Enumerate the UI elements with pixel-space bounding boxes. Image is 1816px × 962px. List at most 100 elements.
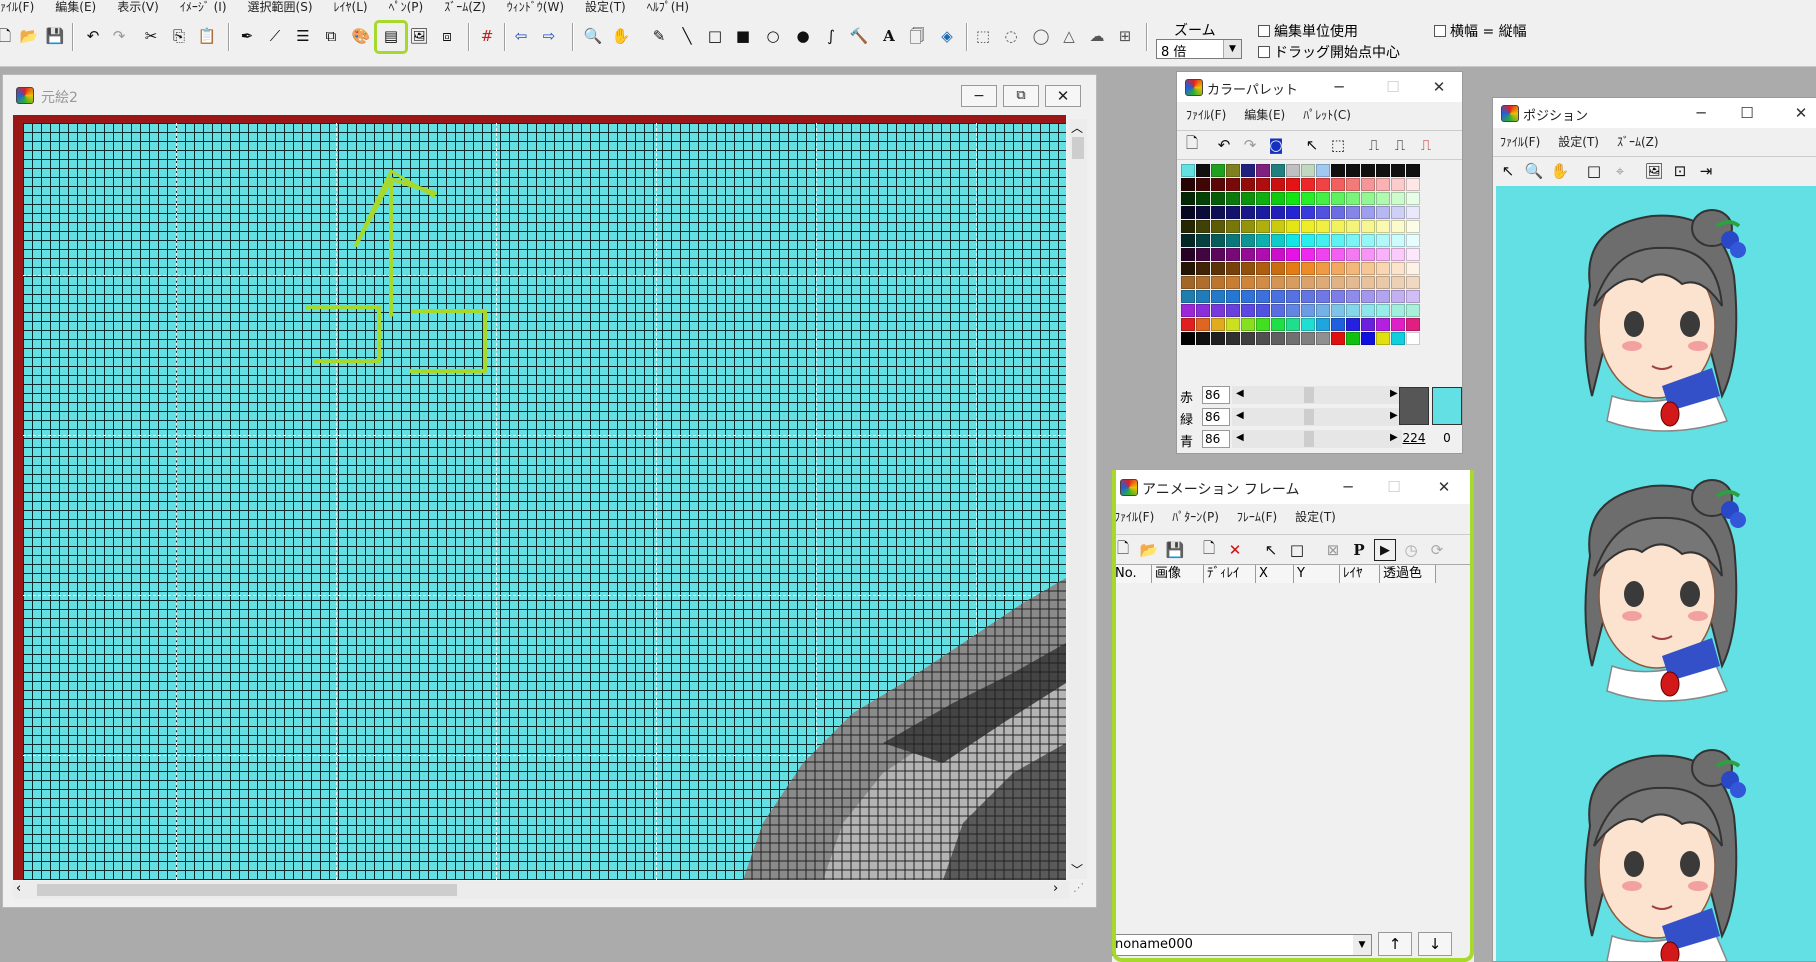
palette-swatch-grid[interactable] xyxy=(1181,164,1420,345)
scroll-up-icon[interactable]: ︿ xyxy=(1071,119,1083,136)
palette-swatch[interactable] xyxy=(1346,192,1360,205)
rgb-input-green[interactable]: 86 xyxy=(1202,408,1230,426)
palette-swatch[interactable] xyxy=(1196,248,1210,261)
position-menu-zoom[interactable]: ｽﾞｰﾑ(Z) xyxy=(1617,131,1659,153)
palette-swatch[interactable] xyxy=(1361,290,1375,303)
palette-swatch[interactable] xyxy=(1211,332,1225,345)
palette-menu-edit[interactable]: 編集(E) xyxy=(1244,104,1285,126)
palette-swatch[interactable] xyxy=(1241,332,1255,345)
palette-swatch[interactable] xyxy=(1256,276,1270,289)
palette-swatch[interactable] xyxy=(1331,234,1345,247)
palette-swatch[interactable] xyxy=(1301,332,1315,345)
palette-swatch[interactable] xyxy=(1346,304,1360,317)
palette-swatch[interactable] xyxy=(1181,290,1195,303)
scroll-thumb-horizontal[interactable] xyxy=(37,884,457,896)
move-anchor-icon[interactable]: ⇥ xyxy=(1695,160,1717,182)
palette-swatch[interactable] xyxy=(1391,234,1405,247)
maximize-button[interactable]: ☐ xyxy=(1371,72,1415,102)
palette-swatch[interactable] xyxy=(1181,248,1195,261)
palette-swatch[interactable] xyxy=(1241,164,1255,177)
palette-swatch[interactable] xyxy=(1406,290,1420,303)
palette-swatch[interactable] xyxy=(1391,262,1405,275)
palette-swatch[interactable] xyxy=(1316,164,1330,177)
palette-swatch[interactable] xyxy=(1301,248,1315,261)
rgb-input-red[interactable]: 86 xyxy=(1202,386,1230,404)
palette-swatch[interactable] xyxy=(1196,220,1210,233)
palette-swatch[interactable] xyxy=(1361,164,1375,177)
palette-swatch[interactable] xyxy=(1196,290,1210,303)
rotate-left-icon[interactable]: ⇦ xyxy=(510,25,532,47)
palette-swatch[interactable] xyxy=(1376,248,1390,261)
palette-swatch[interactable] xyxy=(1271,164,1285,177)
palette-swatch[interactable] xyxy=(1256,304,1270,317)
palette-swatch[interactable] xyxy=(1331,332,1345,345)
minimize-button[interactable]: ─ xyxy=(1679,98,1723,128)
palette-swatch[interactable] xyxy=(1301,276,1315,289)
text-tool-icon[interactable]: A xyxy=(878,25,900,47)
palette-swatch[interactable] xyxy=(1211,290,1225,303)
lines-icon[interactable]: ☰ xyxy=(292,25,314,47)
rgb-slider-green[interactable]: ◀ ▶ xyxy=(1232,408,1402,426)
position-menu-settings[interactable]: 設定(T) xyxy=(1558,131,1599,153)
palette-swatch[interactable] xyxy=(1256,220,1270,233)
checkbox-aspect[interactable]: 横幅 = 縦幅 xyxy=(1434,21,1527,41)
palette-swatch[interactable] xyxy=(1331,262,1345,275)
palette-swatch[interactable] xyxy=(1406,192,1420,205)
palette-swatch[interactable] xyxy=(1346,332,1360,345)
menu-image[interactable]: ｲﾒｰｼﾞ (I) xyxy=(180,1,227,13)
palette-swatch[interactable] xyxy=(1226,206,1240,219)
palette-swatch[interactable] xyxy=(1271,318,1285,331)
palette-swatch[interactable] xyxy=(1211,220,1225,233)
palette-swatch[interactable] xyxy=(1286,290,1300,303)
image-icon[interactable]: 🖼 xyxy=(1643,160,1665,182)
palette-swatch[interactable] xyxy=(1406,304,1420,317)
palette-swatch[interactable] xyxy=(1256,290,1270,303)
palette-swatch[interactable] xyxy=(1346,276,1360,289)
palette-swatch[interactable] xyxy=(1211,248,1225,261)
lasso-icon[interactable]: ◯ xyxy=(1030,25,1052,47)
palette-swatch[interactable] xyxy=(1211,262,1225,275)
gradient-c-icon[interactable]: ⎍ xyxy=(1415,134,1437,156)
vertical-scrollbar[interactable]: ︿ ﹀ xyxy=(1069,119,1087,879)
palette-swatch[interactable] xyxy=(1286,304,1300,317)
menu-file[interactable]: ﾌｧｲﾙ(F) xyxy=(0,1,34,13)
palette-swatch[interactable] xyxy=(1226,164,1240,177)
palette-swatch[interactable] xyxy=(1406,318,1420,331)
palette-swatch[interactable] xyxy=(1331,304,1345,317)
palette-swatch[interactable] xyxy=(1286,248,1300,261)
palette-swatch[interactable] xyxy=(1241,178,1255,191)
menu-layer[interactable]: ﾚｲﾔ(L) xyxy=(334,1,368,13)
palette-swatch[interactable] xyxy=(1271,178,1285,191)
palette-swatch[interactable] xyxy=(1286,178,1300,191)
palette-swatch[interactable] xyxy=(1331,290,1345,303)
paste-icon[interactable]: 📋 xyxy=(196,25,218,47)
palette-swatch[interactable] xyxy=(1406,206,1420,219)
palette-swatch[interactable] xyxy=(1256,332,1270,345)
palette-swatch[interactable] xyxy=(1376,178,1390,191)
checkbox-drag-center[interactable]: ドラッグ開始点中心 xyxy=(1258,42,1400,62)
palette-swatch[interactable] xyxy=(1196,206,1210,219)
palette-swatch[interactable] xyxy=(1331,276,1345,289)
palette-swatch[interactable] xyxy=(1391,192,1405,205)
palette-swatch[interactable] xyxy=(1226,220,1240,233)
palette-swatch[interactable] xyxy=(1346,178,1360,191)
palette-swatch[interactable] xyxy=(1391,248,1405,261)
zoom-select[interactable]: 8 倍 ▼ xyxy=(1156,39,1242,60)
palette-swatch[interactable] xyxy=(1361,220,1375,233)
palette-swatch[interactable] xyxy=(1301,206,1315,219)
palette-swatch[interactable] xyxy=(1241,290,1255,303)
palette-swatch[interactable] xyxy=(1346,220,1360,233)
line-icon[interactable]: ╲ xyxy=(676,25,698,47)
palette-swatch[interactable] xyxy=(1331,220,1345,233)
palette-swatch[interactable] xyxy=(1346,206,1360,219)
palette-swatch[interactable] xyxy=(1301,178,1315,191)
palette-swatch[interactable] xyxy=(1346,234,1360,247)
palette-swatch[interactable] xyxy=(1211,304,1225,317)
palette-swatch[interactable] xyxy=(1241,192,1255,205)
copy-icon[interactable]: ⎘ xyxy=(168,25,190,47)
palette-swatch[interactable] xyxy=(1361,304,1375,317)
palette-swatch[interactable] xyxy=(1271,206,1285,219)
palette-swatch[interactable] xyxy=(1181,178,1195,191)
palette-swatch[interactable] xyxy=(1406,164,1420,177)
palette-swatch[interactable] xyxy=(1391,164,1405,177)
